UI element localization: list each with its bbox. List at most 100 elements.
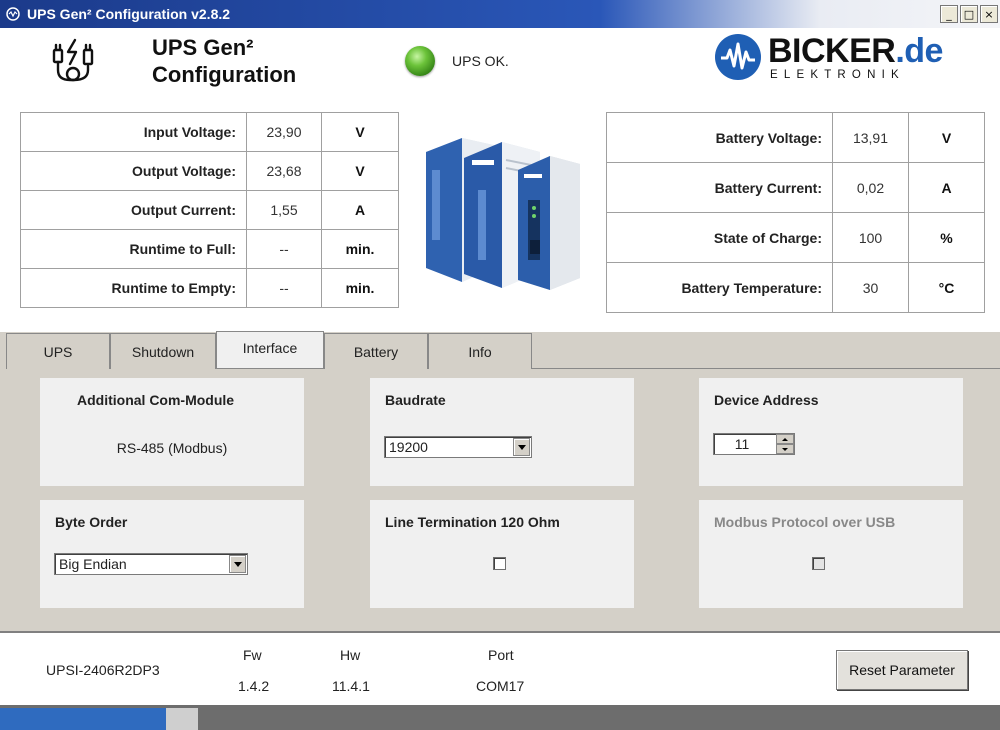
table-row: Battery Current: 0,02 A: [606, 162, 985, 213]
tab-interface[interactable]: Interface: [216, 331, 324, 368]
output-current-unit: A: [321, 190, 399, 230]
byte-order-select[interactable]: Big Endian: [54, 553, 248, 575]
battery-temperature-value: 30: [832, 262, 909, 313]
app-title-line1: UPS Gen²: [152, 35, 254, 60]
runtime-empty-value: --: [246, 268, 322, 308]
battery-table: Battery Voltage: 13,91 V Battery Current…: [606, 112, 985, 313]
chevron-down-icon[interactable]: [513, 438, 530, 456]
state-of-charge-value: 100: [832, 212, 909, 263]
model-number: UPSI-2406R2DP3: [46, 662, 160, 678]
table-row: Runtime to Empty: -- min.: [20, 268, 399, 308]
byte-order-group: Byte Order Big Endian: [40, 500, 304, 608]
runtime-empty-label: Runtime to Empty:: [20, 268, 247, 308]
brand-name-main: BICKER: [768, 32, 896, 70]
input-voltage-unit: V: [321, 112, 399, 152]
firmware-label: Fw: [243, 647, 262, 663]
stepper-up-icon[interactable]: [776, 434, 794, 444]
output-current-label: Output Current:: [20, 190, 247, 230]
hardware-label: Hw: [340, 647, 361, 663]
modbus-usb-group: Modbus Protocol over USB: [699, 500, 963, 608]
ups-product-image: [426, 138, 580, 290]
byte-order-selected-value: Big Endian: [59, 556, 127, 572]
reset-parameter-button[interactable]: Reset Parameter: [836, 650, 968, 690]
table-row: Runtime to Full: -- min.: [20, 229, 399, 269]
status-led-icon: [405, 46, 435, 76]
brand-subtitle: ELEKTRONIK: [770, 69, 905, 81]
baudrate-select[interactable]: 19200: [384, 436, 532, 458]
wave-icon: [721, 42, 755, 70]
window-title: UPS Gen² Configuration v2.8.2: [27, 6, 231, 22]
input-voltage-value: 23,90: [246, 112, 322, 152]
battery-temperature-label: Battery Temperature:: [606, 262, 833, 313]
chevron-down-icon[interactable]: [229, 555, 246, 573]
state-of-charge-label: State of Charge:: [606, 212, 833, 263]
battery-current-value: 0,02: [832, 162, 909, 213]
runtime-empty-unit: min.: [321, 268, 399, 308]
tab-bar: UPS Shutdown Interface Battery Info: [6, 331, 532, 369]
line-termination-title: Line Termination 120 Ohm: [385, 514, 560, 530]
tab-shutdown[interactable]: Shutdown: [110, 333, 216, 369]
table-row: Input Voltage: 23,90 V: [20, 112, 399, 152]
tab-ups[interactable]: UPS: [6, 333, 110, 369]
app-icon: [5, 6, 21, 22]
line-termination-checkbox[interactable]: [493, 557, 506, 570]
baudrate-group: Baudrate 19200: [370, 378, 634, 486]
firmware-value: 1.4.2: [238, 678, 270, 694]
app-title: UPS Gen² Configuration: [152, 34, 296, 88]
input-output-table: Input Voltage: 23,90 V Output Voltage: 2…: [20, 112, 399, 308]
battery-temperature-unit: °C: [908, 262, 985, 313]
output-voltage-unit: V: [321, 151, 399, 191]
com-module-title: Additional Com-Module: [77, 392, 235, 408]
table-row: Output Current: 1,55 A: [20, 190, 399, 230]
maximize-button[interactable]: □: [960, 5, 978, 23]
line-termination-group: Line Termination 120 Ohm: [370, 500, 634, 608]
tab-info[interactable]: Info: [428, 333, 532, 369]
taskbar-item[interactable]: [166, 708, 198, 730]
com-module-group: Additional Com-Module RS-485 (Modbus): [40, 378, 304, 486]
taskbar-strip: [0, 705, 1000, 730]
battery-voltage-value: 13,91: [832, 112, 909, 163]
hardware-value: 11.4.1: [332, 678, 370, 694]
status-text: UPS OK.: [452, 53, 509, 69]
input-voltage-label: Input Voltage:: [20, 112, 247, 152]
tab-battery[interactable]: Battery: [324, 333, 428, 369]
stepper-down-icon[interactable]: [776, 444, 794, 454]
runtime-full-value: --: [246, 229, 322, 269]
runtime-full-label: Runtime to Full:: [20, 229, 247, 269]
device-address-title: Device Address: [714, 392, 819, 408]
battery-voltage-unit: V: [908, 112, 985, 163]
table-row: Battery Temperature: 30 °C: [606, 262, 985, 313]
battery-voltage-label: Battery Voltage:: [606, 112, 833, 163]
table-row: State of Charge: 100 %: [606, 212, 985, 263]
state-of-charge-unit: %: [908, 212, 985, 263]
device-address-group: Device Address 11: [699, 378, 963, 486]
bicker-logo: BICKER.de ELEKTRONIK: [712, 32, 952, 88]
footer-divider: [0, 631, 1000, 633]
baudrate-selected-value: 19200: [389, 439, 428, 455]
battery-current-unit: A: [908, 162, 985, 213]
modbus-usb-checkbox: [812, 557, 825, 570]
modbus-usb-title: Modbus Protocol over USB: [714, 514, 896, 530]
device-address-stepper[interactable]: 11: [713, 433, 795, 455]
table-row: Output Voltage: 23,68 V: [20, 151, 399, 191]
usb-power-icon: [52, 38, 94, 82]
stepper-buttons: [776, 434, 794, 454]
bicker-logo-mark: [715, 34, 761, 80]
close-button[interactable]: ×: [980, 5, 998, 23]
brand-tld: .de: [895, 32, 943, 70]
window-controls: _ □ ×: [940, 5, 998, 23]
app-title-line2: Configuration: [152, 62, 297, 87]
output-current-value: 1,55: [246, 190, 322, 230]
port-value: COM17: [476, 678, 525, 694]
com-module-value: RS-485 (Modbus): [116, 440, 228, 456]
output-voltage-value: 23,68: [246, 151, 322, 191]
title-bar: UPS Gen² Configuration v2.8.2 _ □ ×: [0, 0, 1000, 28]
brand-name: BICKER.de: [768, 32, 943, 71]
battery-current-label: Battery Current:: [606, 162, 833, 213]
output-voltage-label: Output Voltage:: [20, 151, 247, 191]
taskbar-item[interactable]: [0, 708, 166, 730]
minimize-button[interactable]: _: [940, 5, 958, 23]
port-label: Port: [488, 647, 514, 663]
table-row: Battery Voltage: 13,91 V: [606, 112, 985, 163]
device-address-value[interactable]: 11: [714, 436, 776, 452]
